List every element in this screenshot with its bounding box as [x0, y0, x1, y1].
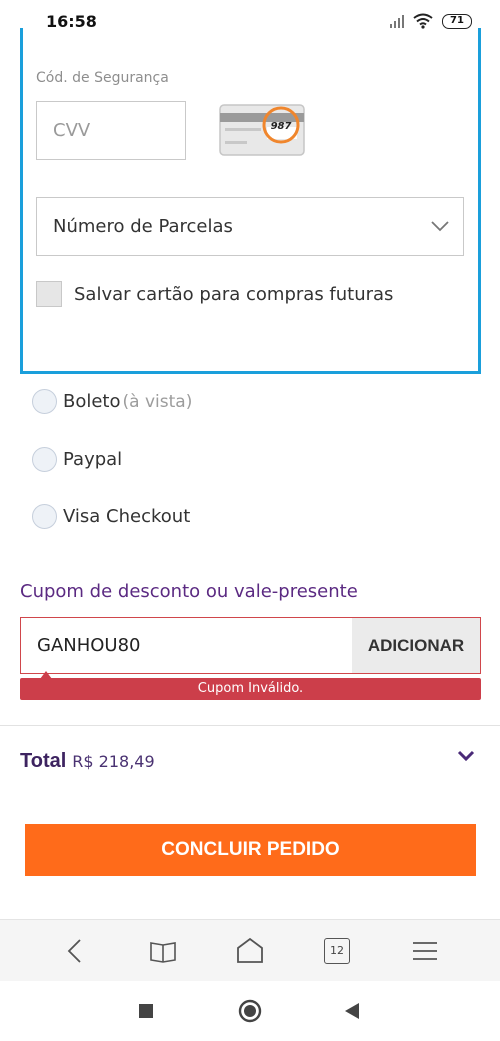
coupon-input[interactable]	[21, 618, 352, 673]
payment-option-name: Boleto	[63, 391, 121, 412]
coupon-field-row: ADICIONAR	[20, 617, 481, 674]
battery-icon: 71	[442, 13, 472, 29]
home-icon[interactable]	[233, 934, 267, 968]
radio-boleto[interactable]	[32, 389, 57, 414]
order-total[interactable]: Total R$ 218,49	[20, 750, 155, 773]
payment-option-name: Visa Checkout	[63, 506, 191, 527]
recents-icon[interactable]	[138, 1003, 154, 1019]
card-security-code-illustration: 987	[219, 104, 305, 156]
menu-icon[interactable]	[408, 934, 442, 968]
home-circle-icon[interactable]	[238, 999, 262, 1023]
payment-option-name: Paypal	[63, 449, 123, 470]
coupon-error-message: Cupom Inválido.	[20, 678, 481, 700]
bookmarks-icon[interactable]	[146, 934, 180, 968]
payment-option-paypal[interactable]: Paypal	[32, 447, 122, 472]
payment-option-visa-checkout[interactable]: Visa Checkout	[32, 504, 190, 529]
cvv-input[interactable]	[36, 101, 186, 160]
expand-total-chevron-icon[interactable]	[456, 748, 476, 764]
installments-placeholder: Número de Parcelas	[53, 216, 233, 237]
chevron-down-icon	[431, 221, 449, 232]
divider	[0, 725, 500, 726]
signal-icon	[390, 14, 404, 28]
back-icon[interactable]	[58, 934, 92, 968]
status-icons: 71	[390, 13, 472, 29]
wifi-icon	[413, 13, 433, 29]
radio-visa-checkout[interactable]	[32, 504, 57, 529]
card-sample-code: 987	[271, 121, 292, 132]
cvv-label: Cód. de Segurança	[36, 70, 169, 86]
radio-paypal[interactable]	[32, 447, 57, 472]
save-card-label: Salvar cartão para compras futuras	[74, 283, 394, 305]
conclude-order-button[interactable]: CONCLUIR PEDIDO	[25, 824, 476, 876]
tabs-icon[interactable]: 12	[324, 938, 350, 964]
installments-select[interactable]: Número de Parcelas	[36, 197, 464, 256]
back-triangle-icon[interactable]	[344, 1002, 360, 1020]
payment-option-boleto[interactable]: Boleto (à vista)	[32, 389, 192, 414]
total-label: Total	[20, 750, 67, 772]
save-card-option[interactable]: Salvar cartão para compras futuras	[36, 281, 393, 307]
android-navigation-bar	[0, 981, 500, 1041]
browser-navigation-bar	[0, 919, 500, 981]
total-value: R$ 218,49	[72, 752, 155, 771]
payment-option-note: (à vista)	[122, 391, 193, 412]
add-coupon-button[interactable]: ADICIONAR	[352, 618, 480, 673]
save-card-checkbox[interactable]	[36, 281, 62, 307]
coupon-title: Cupom de desconto ou vale-presente	[20, 581, 358, 602]
